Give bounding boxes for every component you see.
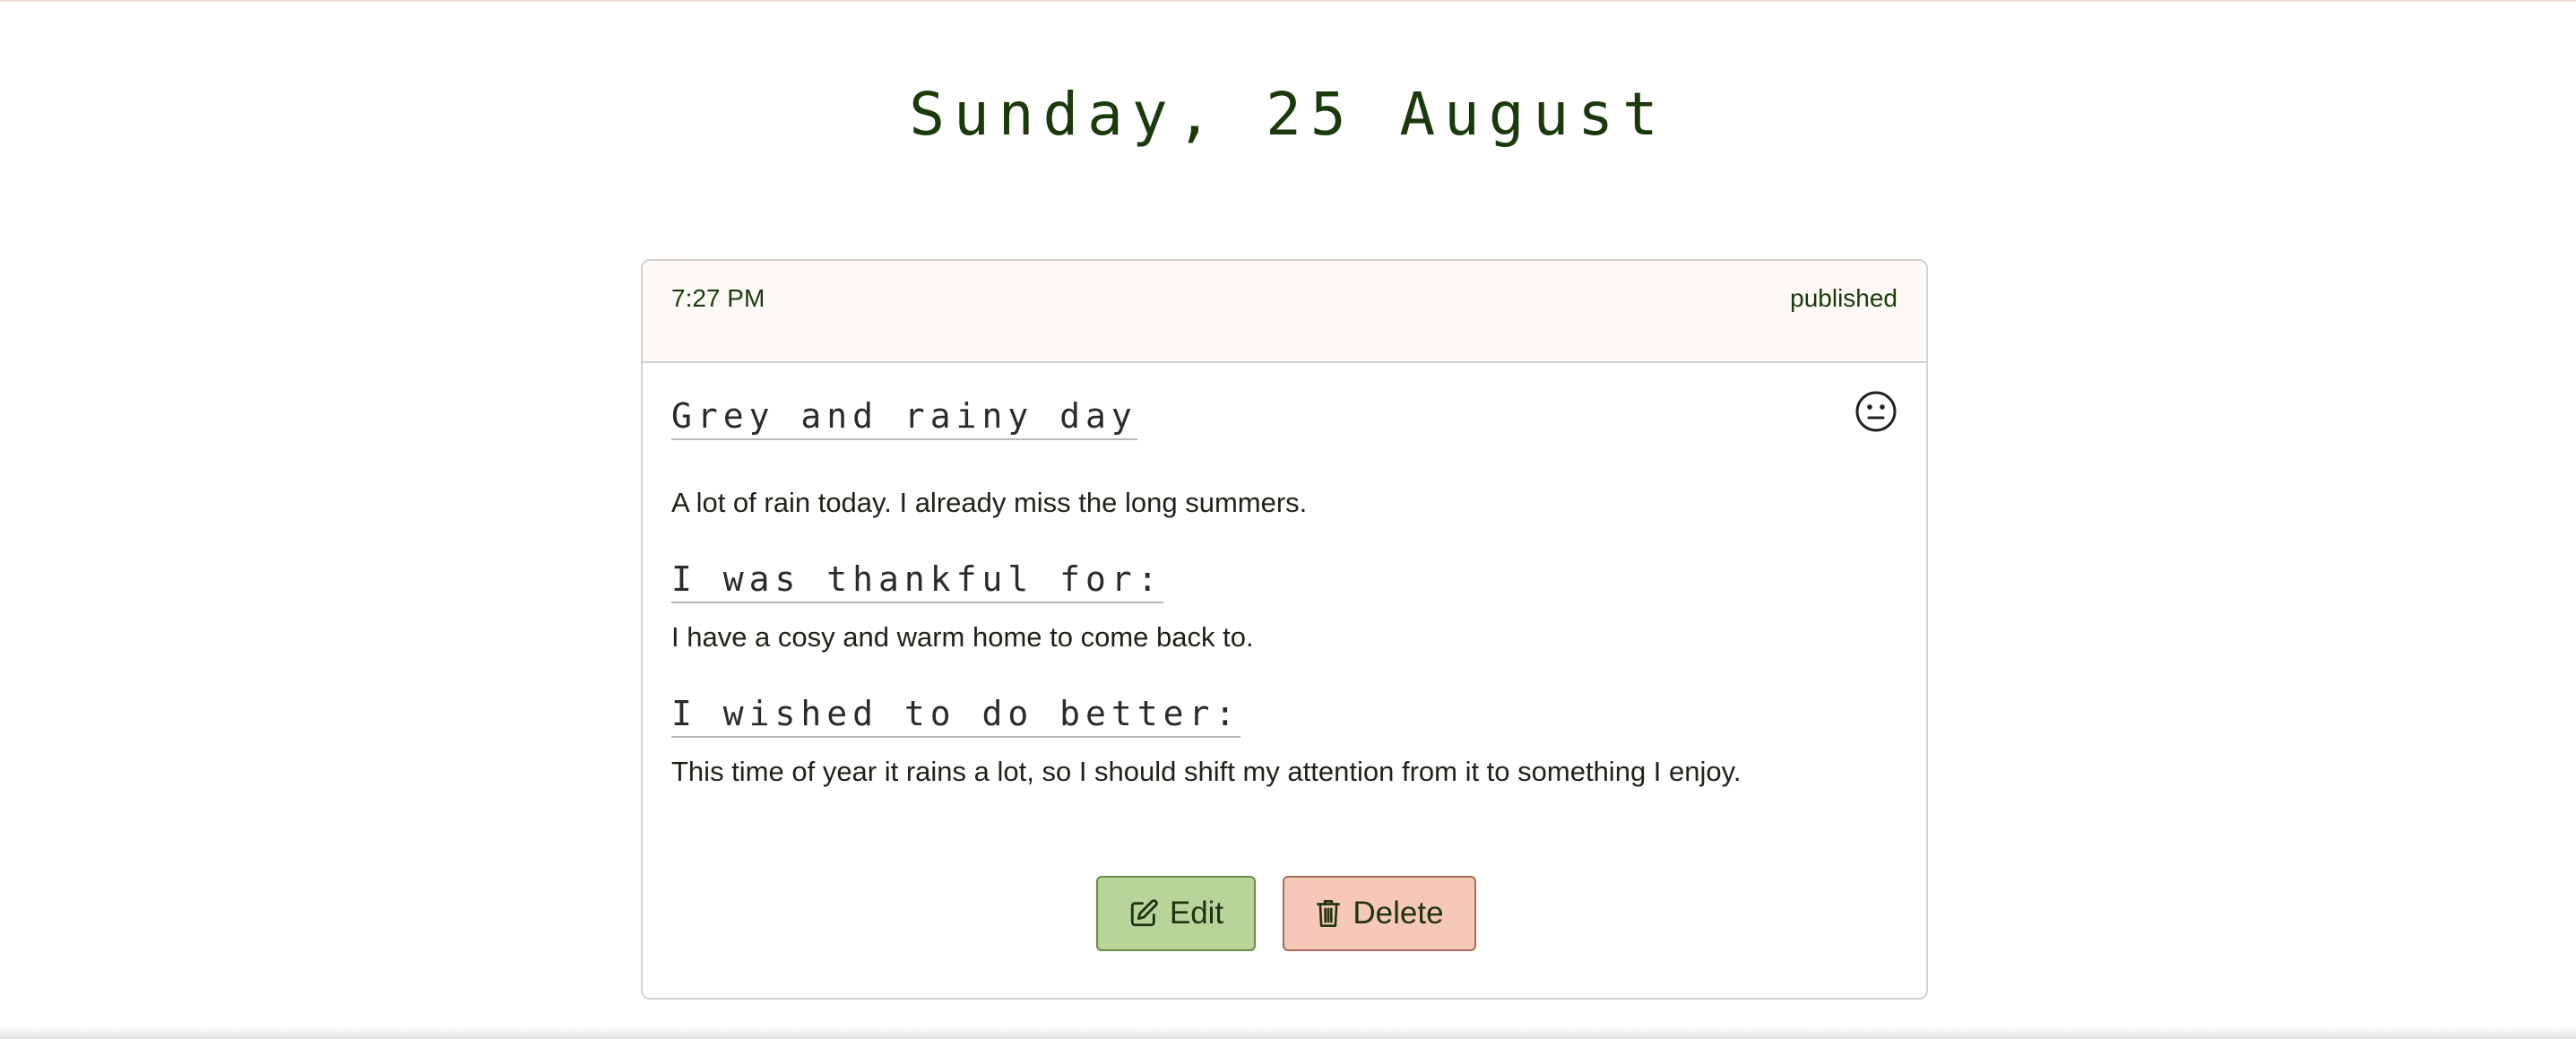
do-better-text: This time of year it rains a lot, so I s… [671,756,1742,787]
page-title: Sunday, 25 August [909,80,1667,149]
status-label: published [1790,284,1897,312]
thankful-heading: I was thankful for: [671,559,1163,603]
edit-button-label: Edit [1169,896,1224,931]
do-better-heading: I wished to do better: [671,694,1241,738]
top-border-line [0,0,2576,2]
entry-card-header: 7:27 PM published [643,261,1926,363]
trash-icon [1315,898,1342,929]
entry-time: 7:27 PM [671,284,765,312]
delete-button[interactable]: Delete [1283,876,1476,951]
edit-button[interactable]: Edit [1096,876,1256,951]
neutral-face-icon [1854,390,1897,433]
journal-entry-card: 7:27 PM published Grey and rainy day A l… [641,259,1928,1000]
pencil-square-icon [1128,898,1159,929]
thankful-text: I have a cosy and warm home to come back… [671,621,1254,653]
delete-button-label: Delete [1353,896,1444,931]
entry-title: Grey and rainy day [671,396,1137,440]
entry-body-text: A lot of rain today. I already miss the … [671,487,1308,518]
bottom-edge-shade [0,1026,2576,1039]
